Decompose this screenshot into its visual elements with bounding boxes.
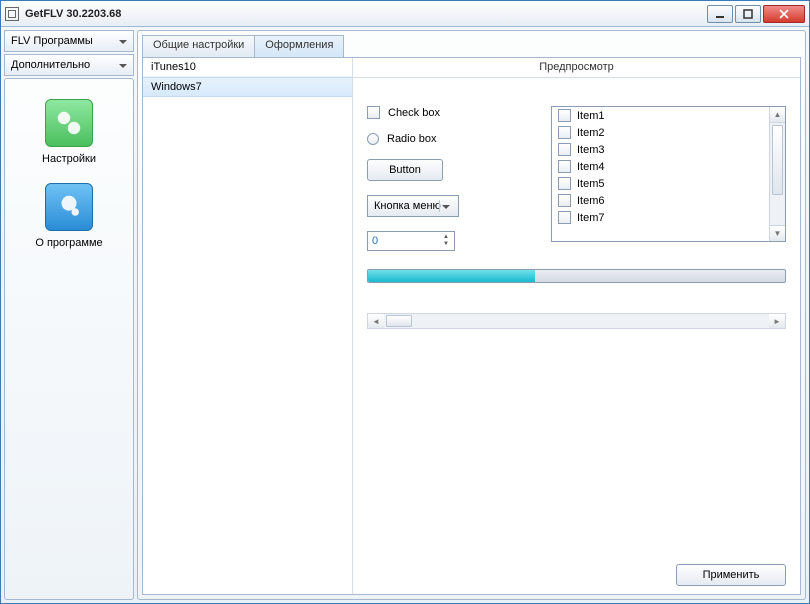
nav-label: О программе xyxy=(35,237,102,249)
list-item[interactable]: Item5 xyxy=(552,175,769,192)
preview-panel: Предпросмотр Check box Radio box xyxy=(353,58,800,594)
checkbox-icon xyxy=(558,160,571,173)
preview-listbox[interactable]: Item1 Item2 Item3 Item4 Item5 Item6 Item7 ▲ ▼ xyxy=(551,106,786,242)
theme-name: Windows7 xyxy=(151,81,202,93)
list-item-label: Item3 xyxy=(577,144,605,156)
checkbox-icon xyxy=(558,194,571,207)
nav-about[interactable]: О программе xyxy=(35,183,102,249)
tab-themes[interactable]: Оформления xyxy=(254,35,344,57)
scrollbar-vertical[interactable]: ▲ ▼ xyxy=(769,107,785,241)
list-item-label: Item2 xyxy=(577,127,605,139)
titlebar[interactable]: GetFLV 30.2203.68 xyxy=(1,1,809,27)
sidebar-select-additional[interactable]: Дополнительно xyxy=(4,54,134,76)
nav-settings[interactable]: Настройки xyxy=(42,99,96,165)
about-speech-icon xyxy=(45,183,93,231)
progress-fill xyxy=(368,270,535,282)
scroll-right-icon[interactable]: ► xyxy=(769,314,785,328)
checkbox-icon xyxy=(558,126,571,139)
radio-label: Radio box xyxy=(387,133,437,145)
list-item[interactable]: Item7 xyxy=(552,209,769,226)
list-item[interactable]: Item3 xyxy=(552,141,769,158)
button-label: Button xyxy=(389,164,421,176)
preview-body: Check box Radio box Button xyxy=(353,78,800,594)
tab-general[interactable]: Общие настройки xyxy=(142,35,255,57)
checkbox-label: Check box xyxy=(388,107,440,119)
list-item[interactable]: Item2 xyxy=(552,124,769,141)
list-item-label: Item6 xyxy=(577,195,605,207)
tab-content: iTunes10 Windows7 Предпросмотр Check box xyxy=(142,57,801,595)
scroll-thumb[interactable] xyxy=(384,314,769,328)
list-item-label: Item4 xyxy=(577,161,605,173)
checkbox-icon xyxy=(558,109,571,122)
tab-bar: Общие настройки Оформления xyxy=(142,35,801,57)
checkbox-icon xyxy=(367,106,380,119)
preview-header: Предпросмотр xyxy=(353,58,800,78)
spinner-value: 0 xyxy=(372,235,378,247)
main-panel: Общие настройки Оформления iTunes10 Wind… xyxy=(137,30,806,600)
sidebar-select-label: Дополнительно xyxy=(11,59,90,71)
spinner-buttons[interactable]: ▲▼ xyxy=(440,234,452,248)
sidebar: FLV Программы Дополнительно Настройки О … xyxy=(4,30,134,600)
theme-item-windows7[interactable]: Windows7 xyxy=(143,77,352,97)
dropdown-label: Кнопка меню xyxy=(374,200,441,212)
preview-checkbox[interactable]: Check box xyxy=(367,106,527,119)
theme-item-itunes10[interactable]: iTunes10 xyxy=(143,58,352,77)
preview-progressbar xyxy=(367,269,786,283)
list-item[interactable]: Item1 xyxy=(552,107,769,124)
scroll-left-icon[interactable]: ◄ xyxy=(368,314,384,328)
preview-spinner[interactable]: 0 ▲▼ xyxy=(367,231,455,251)
chevron-down-icon xyxy=(442,205,450,213)
nav-label: Настройки xyxy=(42,153,96,165)
maximize-button[interactable] xyxy=(735,5,761,23)
scroll-down-icon[interactable]: ▼ xyxy=(770,225,785,241)
preview-radio[interactable]: Radio box xyxy=(367,133,527,145)
sidebar-select-label: FLV Программы xyxy=(11,35,93,47)
minimize-button[interactable] xyxy=(707,5,733,23)
checkbox-icon xyxy=(558,211,571,224)
list-item-label: Item7 xyxy=(577,212,605,224)
list-item-label: Item5 xyxy=(577,178,605,190)
radio-icon xyxy=(367,133,379,145)
scroll-up-icon[interactable]: ▲ xyxy=(770,107,785,123)
sidebar-select-programs[interactable]: FLV Программы xyxy=(4,30,134,52)
preview-controls-left: Check box Radio box Button xyxy=(367,106,527,251)
list-item[interactable]: Item4 xyxy=(552,158,769,175)
app-icon xyxy=(5,7,19,21)
settings-gears-icon xyxy=(45,99,93,147)
checkbox-icon xyxy=(558,177,571,190)
scroll-thumb[interactable] xyxy=(770,123,785,225)
window-title: GetFLV 30.2203.68 xyxy=(25,8,121,20)
preview-dropdown[interactable]: Кнопка меню xyxy=(367,195,459,217)
tab-label: Оформления xyxy=(265,39,333,51)
list-item-label: Item1 xyxy=(577,110,605,122)
theme-name: iTunes10 xyxy=(151,61,196,73)
sidebar-nav: Настройки О программе xyxy=(4,78,134,600)
apply-button[interactable]: Применить xyxy=(676,564,786,586)
close-button[interactable] xyxy=(763,5,805,23)
content-area: FLV Программы Дополнительно Настройки О … xyxy=(1,27,809,603)
app-window: GetFLV 30.2203.68 FLV Программы Дополнит… xyxy=(0,0,810,604)
scrollbar-horizontal[interactable]: ◄ ► xyxy=(367,313,786,329)
list-item[interactable]: Item6 xyxy=(552,192,769,209)
preview-button[interactable]: Button xyxy=(367,159,443,181)
checkbox-icon xyxy=(558,143,571,156)
tab-label: Общие настройки xyxy=(153,39,244,51)
apply-label: Применить xyxy=(703,569,760,581)
theme-list[interactable]: iTunes10 Windows7 xyxy=(143,58,353,594)
